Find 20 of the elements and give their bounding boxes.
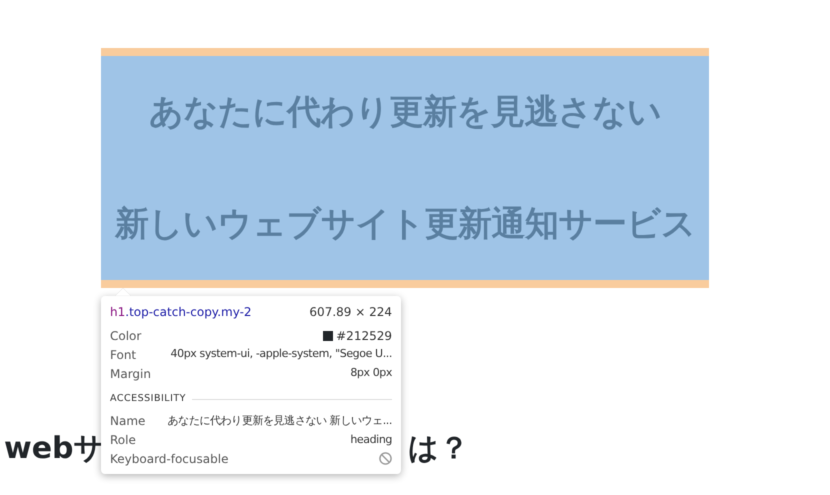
not-allowed-icon [379, 452, 392, 466]
section-title: ACCESSIBILITY [110, 392, 186, 406]
property-value: あなたに代わり更新を見逃さない 新しいウェ... [168, 412, 392, 428]
element-selector: h1.top-catch-copy.my-2 [110, 304, 252, 321]
property-label: Margin [110, 366, 151, 382]
property-value: 40px system-ui, -apple-system, "Segoe U... [170, 346, 392, 362]
property-label: Role [110, 432, 136, 449]
section-heading: webサ [4, 430, 105, 468]
heading-line: 新しいウェブサイト更新通知サービス [114, 204, 696, 244]
property-value: 8px 0px [350, 365, 392, 382]
color-swatch-icon [323, 330, 334, 340]
heading-line: あなたに代わり更新を見逃さない [148, 92, 662, 132]
property-label: Name [110, 412, 146, 430]
property-label: Font [110, 346, 136, 364]
element-size: 607.89 × 224 [309, 304, 392, 321]
property-value: heading [350, 432, 392, 448]
property-value: #212529 [336, 328, 392, 344]
property-label: Keyboard-focusable [110, 450, 228, 468]
section-heading: は？ [408, 430, 469, 468]
property-label: Color [110, 328, 142, 344]
